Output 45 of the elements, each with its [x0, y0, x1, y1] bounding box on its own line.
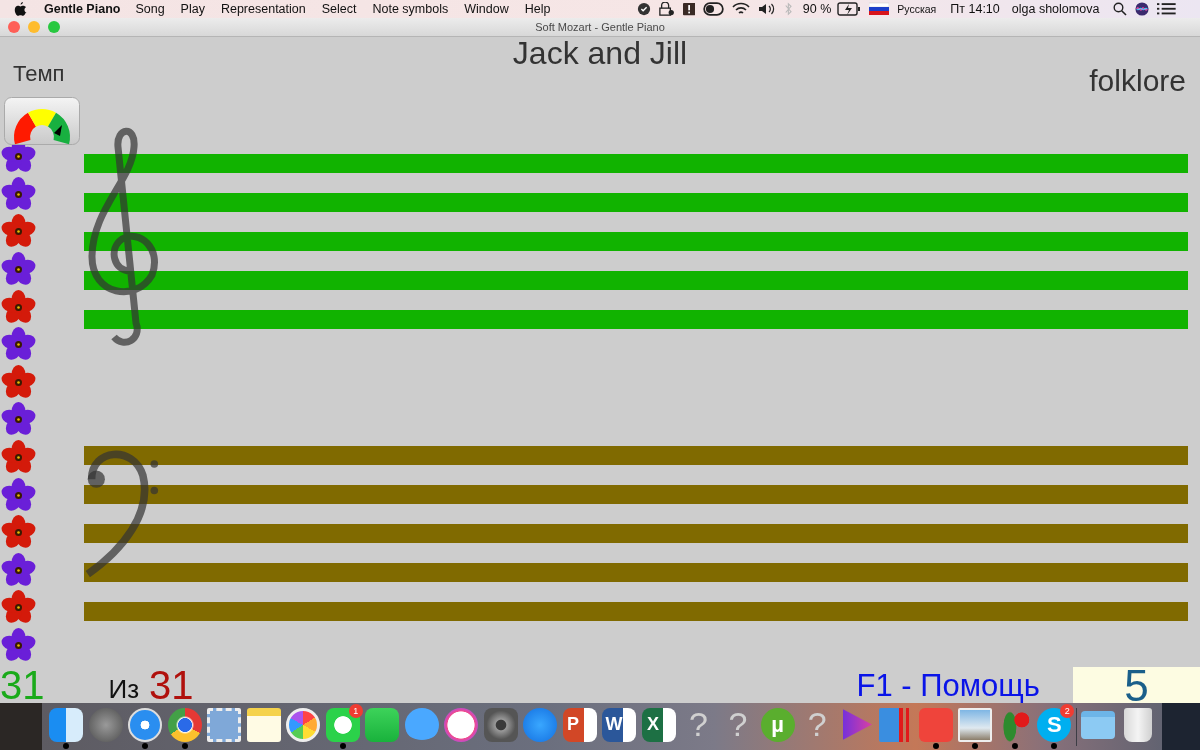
- song-title: Jack and Jill: [512, 35, 688, 72]
- wifi-icon[interactable]: [732, 2, 751, 16]
- notepad-icon[interactable]: [246, 707, 281, 742]
- document-letter-icon[interactable]: X: [641, 707, 676, 742]
- app-menu[interactable]: Gentle Piano: [44, 2, 121, 16]
- window-title: Soft Mozart - Gentle Piano: [535, 21, 665, 33]
- user-name[interactable]: olga sholomova: [1011, 2, 1100, 16]
- tempo-gauge-button[interactable]: [4, 97, 80, 145]
- menu-item[interactable]: Representation: [220, 2, 306, 16]
- menu-item[interactable]: Song: [135, 2, 165, 16]
- shield-check-icon[interactable]: [637, 2, 652, 16]
- of-label: Из: [108, 675, 140, 703]
- menu-item[interactable]: Select: [321, 2, 357, 16]
- battery-percent: 90 %: [802, 2, 832, 16]
- notification-badge: 2: [1060, 704, 1075, 718]
- menu-item[interactable]: Play: [180, 2, 205, 16]
- trash-can-icon[interactable]: [1123, 707, 1152, 742]
- siri-orb-icon[interactable]: [1135, 2, 1150, 16]
- desktop-background: [1162, 703, 1200, 750]
- lock-icon[interactable]: [659, 2, 675, 16]
- menu-item[interactable]: Note symbols: [372, 2, 449, 16]
- warning-square-icon[interactable]: [682, 2, 696, 16]
- score-display: 5: [1073, 667, 1200, 703]
- menu-item[interactable]: Window: [464, 2, 509, 16]
- toggle-switch-icon[interactable]: [703, 2, 725, 16]
- folder-icon[interactable]: [1081, 710, 1116, 739]
- song-genre: folklore: [1089, 64, 1186, 98]
- list-icon[interactable]: [1157, 2, 1176, 16]
- desktop-background: [0, 703, 42, 750]
- total-count: 31: [149, 667, 194, 703]
- battery-charging-icon[interactable]: [837, 2, 862, 16]
- document-letter-icon[interactable]: P: [562, 707, 597, 742]
- menu-clock[interactable]: Пт 14:10: [950, 2, 1000, 16]
- document-letter-icon[interactable]: W: [602, 707, 637, 742]
- tempo-label: Темп: [13, 61, 65, 87]
- apple-logo-icon[interactable]: [14, 1, 27, 17]
- volume-icon[interactable]: [758, 2, 777, 16]
- search-icon[interactable]: [1113, 2, 1128, 16]
- input-source[interactable]: Русская: [897, 3, 937, 15]
- menu-item[interactable]: Help: [524, 2, 551, 16]
- flag-icon[interactable]: [869, 2, 890, 16]
- ring-logo-icon[interactable]: [167, 707, 202, 742]
- current-count: 31: [0, 667, 45, 703]
- flower-petals-icon[interactable]: [286, 707, 321, 742]
- help-hint: F1 - Помощь: [856, 669, 1040, 703]
